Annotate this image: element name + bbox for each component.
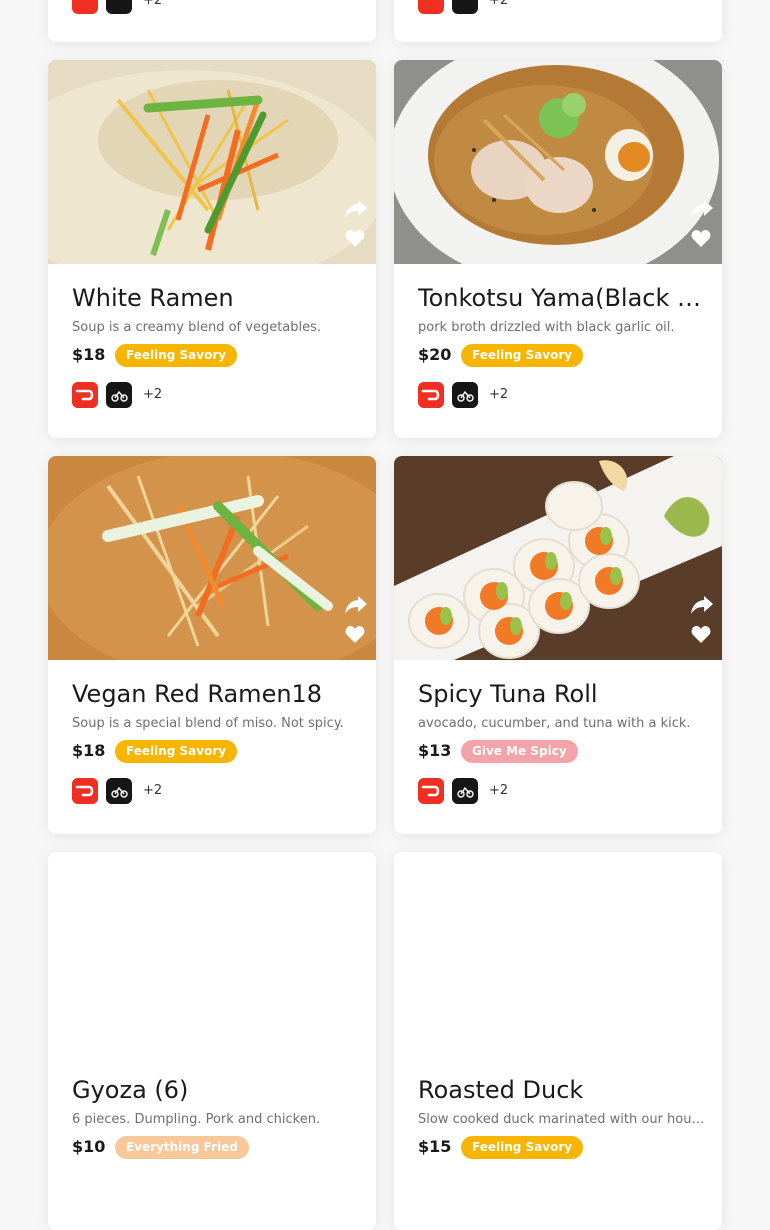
postmates-icon[interactable] [452,778,478,804]
more-delivery-count[interactable]: +2 [143,387,162,403]
menu-card[interactable]: Tonkotsu Yama(Black Garlic) pork broth d… [394,60,722,438]
item-title: Gyoza (6) [72,1076,189,1104]
heart-icon[interactable] [345,229,365,248]
menu-card[interactable]: Spicy Tuna Roll avocado, cucumber, and t… [394,456,722,834]
doordash-icon[interactable] [418,778,444,804]
menu-card[interactable]: Roasted Duck Slow cooked duck marinated … [394,852,722,1230]
doordash-icon[interactable] [72,382,98,408]
share-icon[interactable] [344,592,368,616]
menu-card[interactable]: White Ramen Soup is a creamy blend of ve… [48,60,376,438]
item-description: pork broth drizzled with black garlic oi… [418,320,675,335]
share-icon[interactable] [690,592,714,616]
item-description: Soup is a special blend of miso. Not spi… [72,716,344,731]
menu-card-partial[interactable]: +2 [48,0,376,42]
menu-card[interactable]: Gyoza (6) 6 pieces. Dumpling. Pork and c… [48,852,376,1230]
menu-card-partial[interactable]: +2 [394,0,722,42]
category-tag[interactable]: Give Me Spicy [461,740,578,763]
item-price: $15 [418,1137,452,1156]
item-title: White Ramen [72,284,234,312]
item-description: Soup is a creamy blend of vegetables. [72,320,322,335]
heart-icon[interactable] [345,625,365,644]
item-price: $13 [418,741,452,760]
more-delivery-count[interactable]: +2 [489,0,508,9]
item-title: Roasted Duck [418,1076,584,1104]
more-delivery-count[interactable]: +2 [489,387,508,403]
postmates-icon[interactable] [106,778,132,804]
food-image-placeholder[interactable] [394,852,722,1056]
food-image[interactable] [394,456,722,660]
item-description: Slow cooked duck marinated with our hous… [418,1112,708,1127]
more-delivery-count[interactable]: +2 [489,783,508,799]
category-tag[interactable]: Feeling Savory [115,344,238,367]
share-icon[interactable] [344,196,368,220]
more-delivery-count[interactable]: +2 [143,0,162,9]
food-image[interactable] [394,60,722,264]
more-delivery-count[interactable]: +2 [143,783,162,799]
postmates-icon[interactable] [106,0,132,14]
postmates-icon[interactable] [452,0,478,14]
heart-icon[interactable] [691,625,711,644]
item-title: Tonkotsu Yama(Black Garlic) [418,284,708,312]
doordash-icon[interactable] [72,778,98,804]
category-tag[interactable]: Feeling Savory [115,740,238,763]
category-tag[interactable]: Everything Fried [115,1136,249,1159]
item-description: 6 pieces. Dumpling. Pork and chicken. [72,1112,321,1127]
doordash-icon[interactable] [418,0,444,14]
item-title: Spicy Tuna Roll [418,680,598,708]
doordash-icon[interactable] [418,382,444,408]
item-description: avocado, cucumber, and tuna with a kick. [418,716,691,731]
food-image-placeholder[interactable] [48,852,376,1056]
doordash-icon[interactable] [72,0,98,14]
item-price: $18 [72,345,106,364]
menu-card[interactable]: Vegan Red Ramen18 Soup is a special blen… [48,456,376,834]
item-price: $10 [72,1137,106,1156]
postmates-icon[interactable] [106,382,132,408]
category-tag[interactable]: Feeling Savory [461,1136,584,1159]
food-image[interactable] [48,60,376,264]
share-icon[interactable] [690,196,714,220]
item-title: Vegan Red Ramen18 [72,680,323,708]
food-image[interactable] [48,456,376,660]
item-price: $18 [72,741,106,760]
postmates-icon[interactable] [452,382,478,408]
item-price: $20 [418,345,452,364]
heart-icon[interactable] [691,229,711,248]
category-tag[interactable]: Feeling Savory [461,344,584,367]
